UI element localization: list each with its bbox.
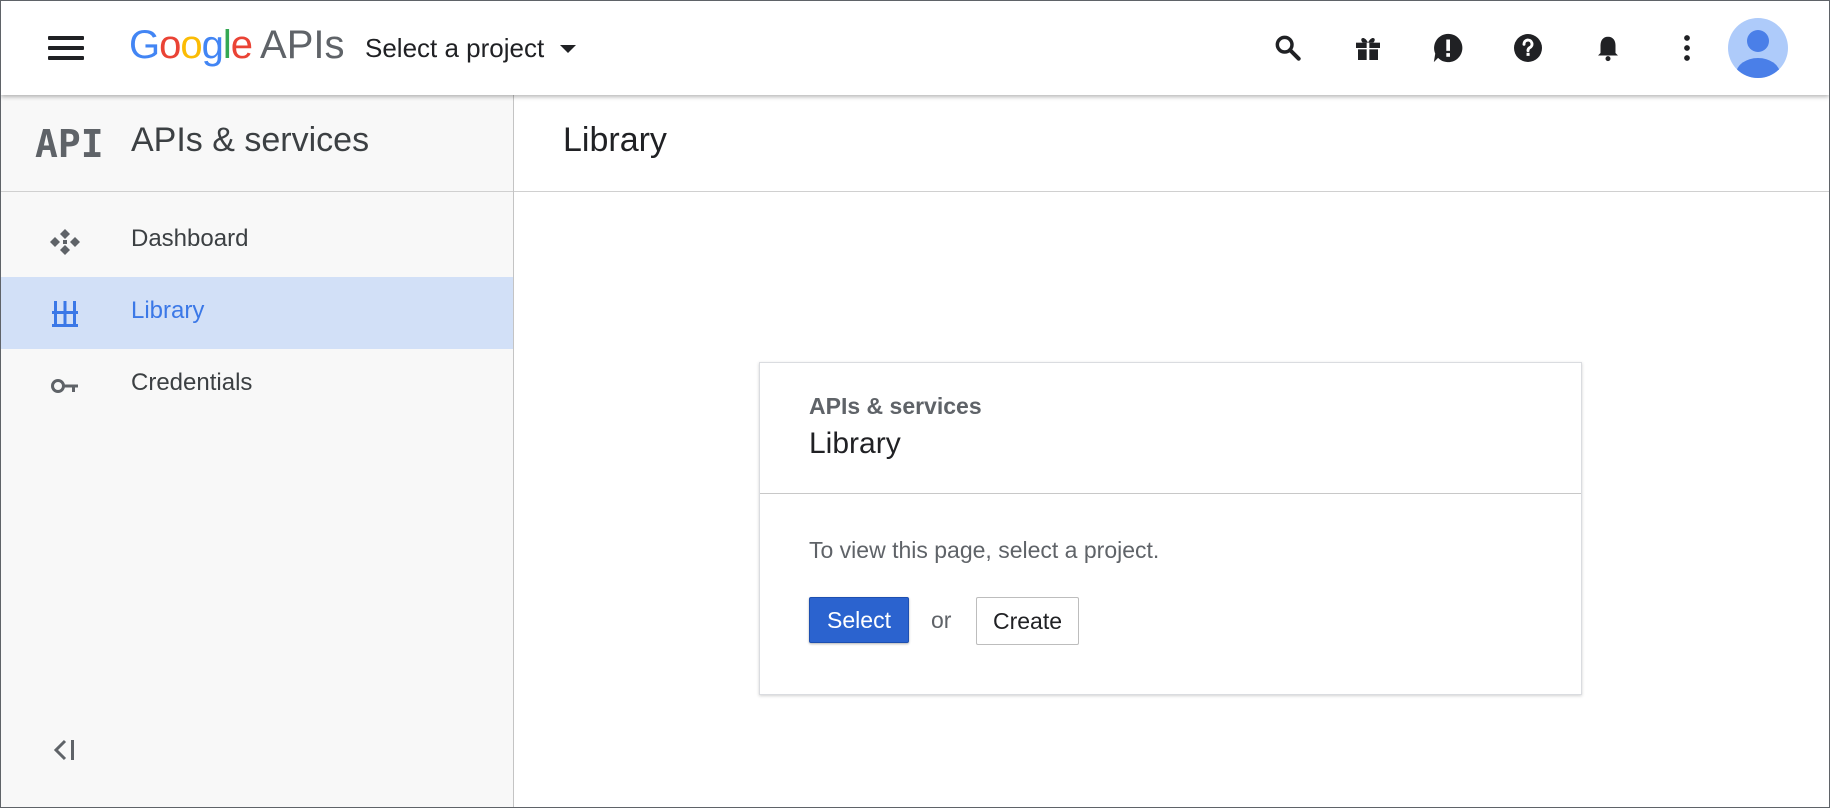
collapse-sidebar-icon[interactable] xyxy=(49,735,85,765)
sidebar-item-credentials[interactable]: Credentials xyxy=(1,349,513,421)
card-header: APIs & services Library xyxy=(760,363,1581,494)
logo-letter: l xyxy=(222,23,232,67)
page-title: Library xyxy=(563,121,667,159)
sidebar: API APIs & services Dashboard Library Cr… xyxy=(1,95,514,807)
sidebar-header: API APIs & services xyxy=(1,95,513,192)
sidebar-item-dashboard[interactable]: Dashboard xyxy=(1,205,513,277)
logo-letter: o xyxy=(180,23,202,67)
more-vert-icon[interactable] xyxy=(1664,25,1710,71)
logo-letter: o xyxy=(159,23,181,67)
chevron-down-icon xyxy=(560,45,577,53)
menu-icon[interactable] xyxy=(37,27,95,69)
card-overline: APIs & services xyxy=(809,393,982,419)
select-button[interactable]: Select xyxy=(809,597,909,643)
library-icon xyxy=(52,301,78,327)
logo-product-name: APIs xyxy=(260,23,345,67)
sidebar-item-label: Dashboard xyxy=(131,225,249,252)
sidebar-item-label: Library xyxy=(131,297,205,324)
project-picker[interactable]: Select a project xyxy=(365,25,577,71)
sidebar-item-label: Credentials xyxy=(131,369,253,396)
logo-letter: g xyxy=(201,23,224,67)
select-project-card: APIs & services Library To view this pag… xyxy=(759,362,1582,695)
google-apis-logo[interactable]: G o o g l e APIs xyxy=(129,23,345,71)
api-logo-icon: API xyxy=(35,125,101,161)
top-app-bar: G o o g l e APIs Select a project xyxy=(1,1,1829,95)
app-window: G o o g l e APIs Select a project API AP… xyxy=(0,0,1830,808)
page-header: Library xyxy=(514,95,1829,192)
notifications-icon[interactable] xyxy=(1585,25,1631,71)
svg-text:API: API xyxy=(35,125,101,161)
card-message: To view this page, select a project. xyxy=(809,537,1160,563)
help-icon[interactable] xyxy=(1505,25,1551,71)
logo-letter: G xyxy=(129,23,160,67)
card-title: Library xyxy=(809,427,901,460)
sidebar-item-library[interactable]: Library xyxy=(1,277,513,349)
logo-letter: e xyxy=(230,23,253,67)
account-avatar[interactable] xyxy=(1728,18,1788,78)
create-button[interactable]: Create xyxy=(976,597,1079,645)
main-content: Library APIs & services Library To view … xyxy=(514,95,1829,807)
search-icon[interactable] xyxy=(1265,25,1311,71)
feedback-icon[interactable] xyxy=(1425,25,1471,71)
dashboard-icon xyxy=(50,229,80,255)
gift-icon[interactable] xyxy=(1345,25,1391,71)
key-icon xyxy=(51,379,78,393)
or-separator: or xyxy=(931,607,952,633)
sidebar-title: APIs & services xyxy=(131,121,370,159)
project-picker-label: Select a project xyxy=(365,32,545,63)
